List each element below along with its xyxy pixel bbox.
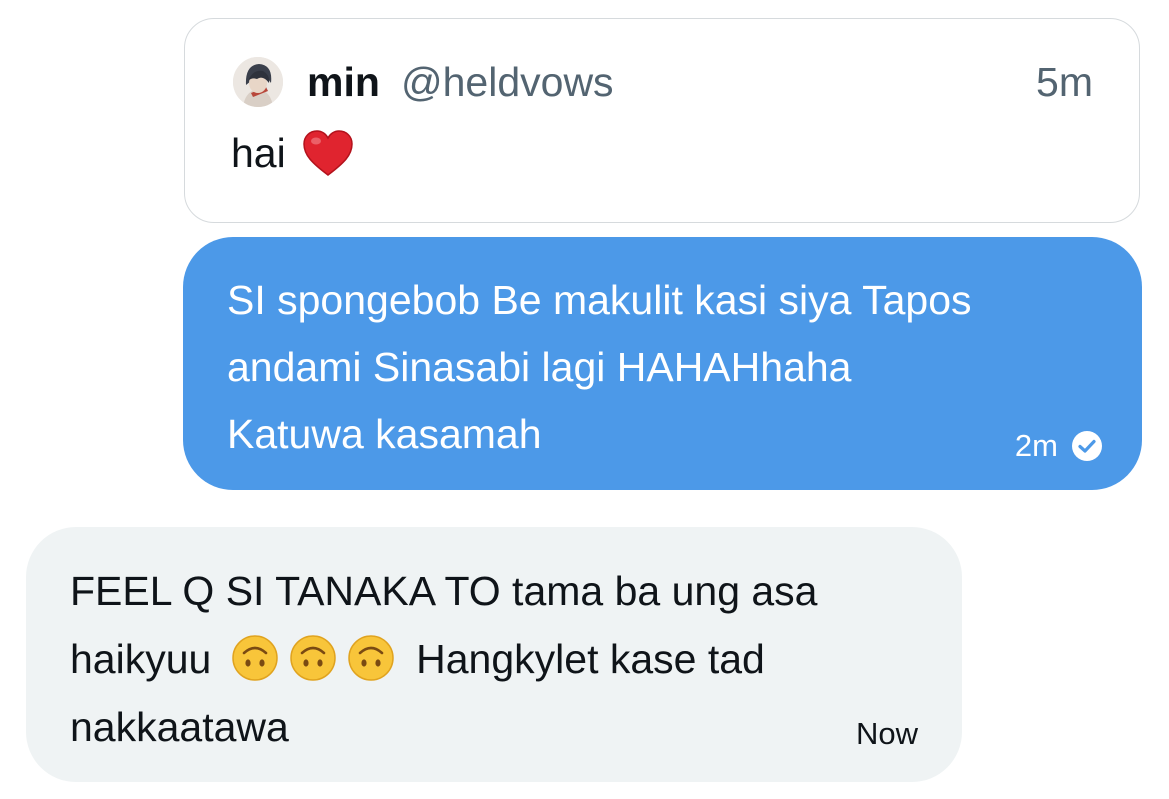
received-message-timestamp: Now <box>855 716 918 751</box>
quoted-author-handle[interactable]: @heldvows <box>401 57 614 107</box>
sent-message-line: SI spongebob Be makulit kasi siya Tapos <box>227 277 972 323</box>
received-message-line: FEEL Q SI TANAKA TO tama ba ung asa <box>70 568 818 614</box>
sent-message-bubble[interactable]: SI spongebob Be makulit kasi siya Tapos … <box>183 237 1142 490</box>
received-message-text: FEEL Q SI TANAKA TO tama ba ung asa haik… <box>70 557 930 761</box>
quoted-tweet-card[interactable]: min @heldvows 5m hai <box>184 18 1140 223</box>
quoted-author-name[interactable]: min <box>307 57 380 107</box>
quoted-timestamp: 5m <box>1036 59 1093 105</box>
received-message-line: nakkaatawa <box>70 704 289 750</box>
received-message-bubble[interactable]: FEEL Q SI TANAKA TO tama ba ung asa haik… <box>26 527 962 782</box>
sent-message-meta: 2m <box>1015 426 1104 466</box>
received-message-line: haikyuu Hangkylet kase tad <box>70 625 930 693</box>
received-message-fragment: Hangkylet kase tad <box>416 636 765 682</box>
received-message-fragment: haikyuu <box>70 636 212 682</box>
quoted-text-body: hai <box>231 130 286 176</box>
sent-message-line: andami Sinasabi lagi HAHAHhaha <box>227 344 852 390</box>
quoted-tweet-text: hai <box>231 125 356 181</box>
upside-down-face-icon <box>231 635 278 681</box>
avatar-image <box>233 57 283 107</box>
upside-down-face-icon <box>289 635 336 681</box>
sent-message-timestamp: 2m <box>1014 428 1058 463</box>
avatar[interactable] <box>233 57 283 107</box>
heart-icon <box>302 130 353 176</box>
sent-message-line: Katuwa kasamah <box>227 411 542 457</box>
check-circle-icon <box>1072 431 1102 461</box>
sent-message-text: SI spongebob Be makulit kasi siya Tapos … <box>227 267 1107 468</box>
upside-down-face-icon <box>347 635 394 681</box>
